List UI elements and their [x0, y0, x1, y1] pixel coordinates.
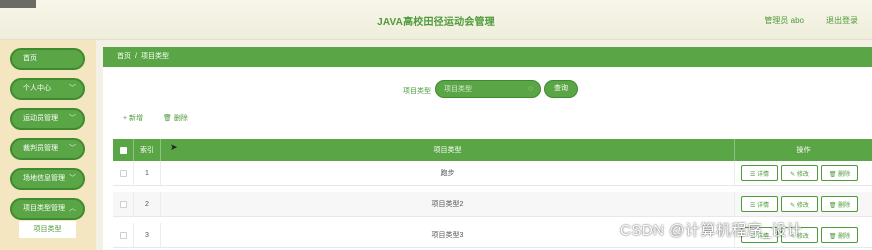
detail-button[interactable]: ☰ 详情 — [741, 165, 778, 181]
top-header: JAVA高校田径运动会管理 管理员 abo 退出登录 — [0, 0, 872, 40]
search-box: ◌ — [435, 80, 541, 98]
chevron-down-icon: ﹀ — [69, 85, 76, 92]
table-row: 2 项目类型2 ☰ 详情 ✎ 修改 🗑 删除 — [113, 192, 872, 217]
row-index: 3 — [134, 223, 161, 247]
row-checkbox[interactable] — [119, 231, 127, 239]
sidebar-item-venues[interactable]: 场地信息管理 ﹀ — [10, 168, 85, 190]
add-button[interactable]: + 新增 — [123, 113, 143, 123]
csdn-watermark: CSDN @计算机程序_设计 — [620, 222, 803, 239]
submenu-item-event-type[interactable]: 项目类型 — [19, 221, 76, 238]
logout-link[interactable]: 退出登录 — [826, 15, 858, 26]
search-label: 项目类型 — [403, 88, 431, 95]
row-checkbox-cell — [113, 192, 134, 216]
sidebar-item-label: 个人中心 — [23, 85, 51, 92]
sidebar-item-label: 项目类型管理 — [23, 205, 65, 212]
mouse-pointer-icon: ➤ — [170, 142, 178, 152]
row-type: 项目类型2 — [161, 192, 735, 216]
row-delete-button[interactable]: 🗑 删除 — [821, 165, 858, 181]
sidebar-item-label: 首页 — [23, 55, 37, 62]
search-button[interactable]: 查询 — [544, 80, 578, 98]
row-index: 1 — [134, 161, 161, 185]
row-checkbox-cell — [113, 161, 134, 185]
search-input[interactable] — [444, 83, 524, 96]
header-index: 索引 — [134, 139, 161, 161]
row-delete-button[interactable]: 🗑 删除 — [821, 196, 858, 212]
delete-button[interactable]: 🗑 删除 — [163, 113, 188, 123]
sidebar: 首页 个人中心 ﹀ 运动员管理 ﹀ 裁判员管理 ﹀ 场地信息管理 ﹀ 项目类型管… — [0, 40, 96, 250]
row-index: 2 — [134, 192, 161, 216]
chevron-up-icon: ︿ — [69, 205, 76, 212]
breadcrumb-separator: / — [135, 53, 137, 60]
sidebar-item-referees[interactable]: 裁判员管理 ﹀ — [10, 138, 85, 160]
sidebar-item-profile[interactable]: 个人中心 ﹀ — [10, 78, 85, 100]
row-ops: ☰ 详情 ✎ 修改 🗑 删除 — [735, 161, 872, 185]
row-checkbox[interactable] — [119, 169, 127, 177]
breadcrumb: 首页 / 项目类型 — [103, 47, 872, 67]
breadcrumb-current: 项目类型 — [140, 53, 169, 60]
app-title: JAVA高校田径运动会管理 — [377, 17, 495, 28]
window-corner — [0, 0, 36, 8]
current-user: 管理员 abo — [764, 16, 804, 25]
chevron-down-icon: ﹀ — [69, 145, 76, 152]
breadcrumb-home[interactable]: 首页 — [117, 53, 131, 60]
row-type: 跑步 — [161, 161, 735, 185]
table-header: 索引 项目类型 操作 — [113, 139, 872, 161]
sidebar-item-athletes[interactable]: 运动员管理 ﹀ — [10, 108, 85, 130]
sidebar-item-label: 裁判员管理 — [23, 145, 58, 152]
table-row: 1 跑步 ☰ 详情 ✎ 修改 🗑 删除 — [113, 161, 872, 186]
edit-button[interactable]: ✎ 修改 — [781, 165, 818, 181]
sidebar-item-label: 场地信息管理 — [23, 175, 65, 182]
sidebar-item-label: 运动员管理 — [23, 115, 58, 122]
detail-button[interactable]: ☰ 详情 — [741, 196, 778, 212]
edit-button[interactable]: ✎ 修改 — [781, 196, 818, 212]
row-checkbox-cell — [113, 223, 134, 247]
clear-circle-icon[interactable]: ◌ — [528, 84, 533, 93]
header-type: 项目类型 — [161, 139, 735, 161]
row-checkbox[interactable] — [119, 200, 127, 208]
header-checkbox-cell — [113, 139, 134, 161]
chevron-down-icon: ﹀ — [69, 175, 76, 182]
header-ops: 操作 — [796, 147, 811, 154]
chevron-down-icon: ﹀ — [69, 115, 76, 122]
sidebar-item-event-types[interactable]: 项目类型管理 ︿ — [10, 198, 85, 220]
sidebar-item-home[interactable]: 首页 — [10, 48, 85, 70]
row-ops: ☰ 详情 ✎ 修改 🗑 删除 — [735, 192, 872, 216]
select-all-checkbox[interactable] — [119, 146, 127, 154]
row-delete-button[interactable]: 🗑 删除 — [821, 227, 858, 243]
